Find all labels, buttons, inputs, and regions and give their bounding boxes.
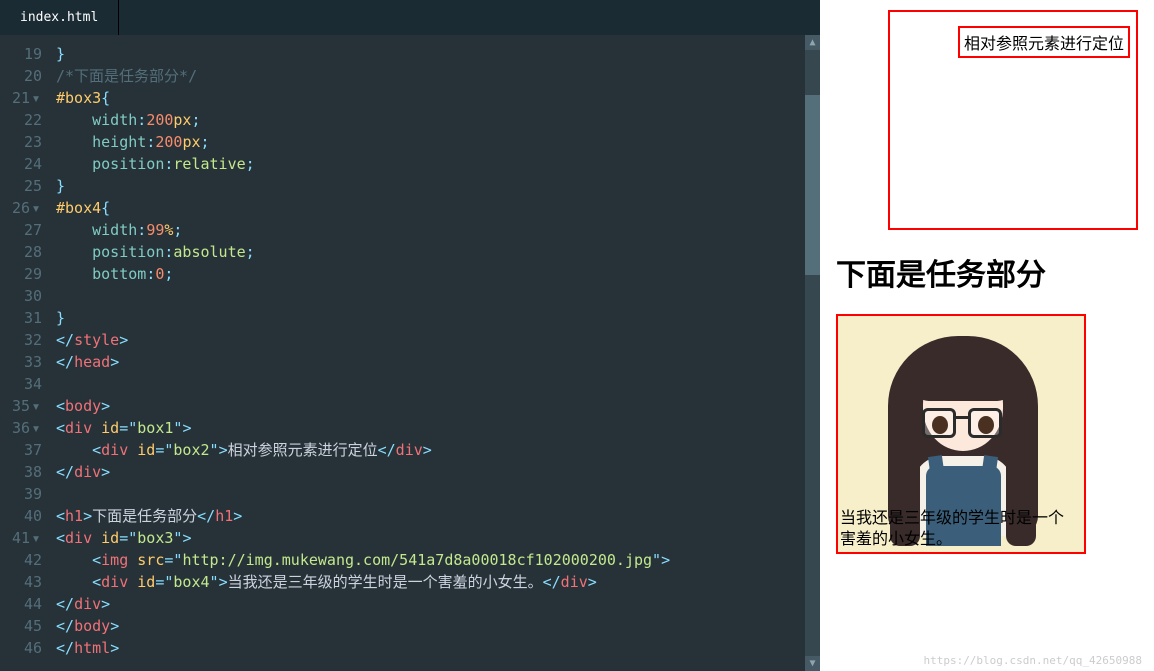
editor-pane: index.html 19 20 21▾ 22 23 24 25 26▾ 27 … [0,0,820,671]
preview-box3: 当我还是三年级的学生时是一个害羞的小女生。 [836,314,1086,554]
preview-box1: 相对参照元素进行定位 [888,10,1138,230]
code-content[interactable]: } /*下面是任务部分*/ #box3{ width:200px; height… [50,35,820,671]
preview-pane: 相对参照元素进行定位 下面是任务部分 当我还是三年级的学生时是一个害羞的小女生。… [820,0,1154,671]
scrollbar-thumb[interactable] [805,95,820,275]
line-gutter: 19 20 21▾ 22 23 24 25 26▾ 27 28 29 30 31… [0,35,50,671]
preview-box4: 当我还是三年级的学生时是一个害羞的小女生。 [838,506,1082,552]
preview-box2: 相对参照元素进行定位 [958,26,1130,58]
code-area: 19 20 21▾ 22 23 24 25 26▾ 27 28 29 30 31… [0,35,820,671]
tab-filename: index.html [20,10,98,25]
scrollbar-track[interactable]: ▲ ▼ [805,35,820,671]
preview-heading: 下面是任务部分 [836,250,1138,294]
watermark: https://blog.csdn.net/qq_42650988 [923,654,1142,667]
tab-bar: index.html [0,0,820,35]
scroll-down-arrow[interactable]: ▼ [805,656,820,671]
scroll-up-arrow[interactable]: ▲ [805,35,820,50]
tab-index-html[interactable]: index.html [0,0,119,35]
